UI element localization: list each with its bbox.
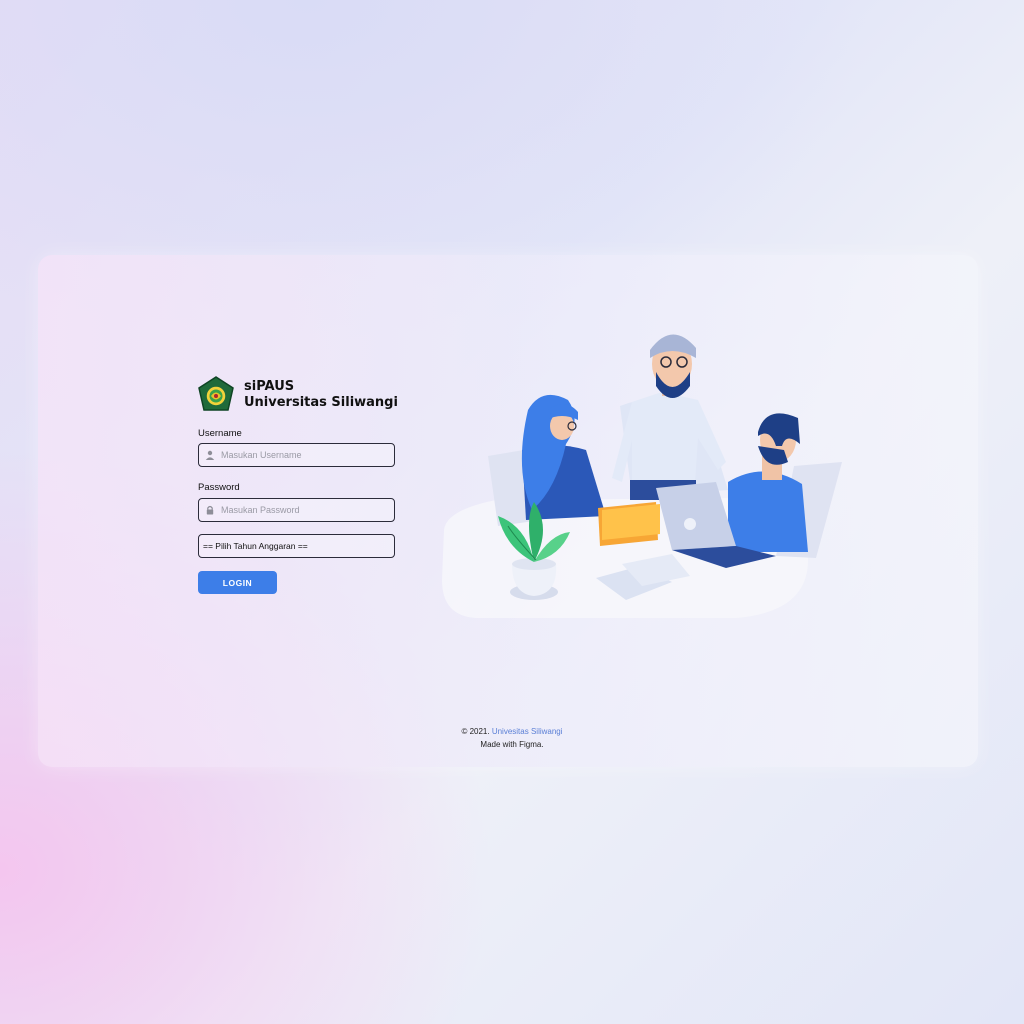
username-input[interactable]	[221, 450, 371, 460]
username-label: Username	[198, 428, 242, 439]
year-select[interactable]: == Pilih Tahun Anggaran ==	[198, 534, 395, 558]
app-name: siPAUS	[244, 379, 295, 394]
user-icon	[205, 450, 215, 460]
team-meeting-illustration	[442, 334, 842, 618]
password-field[interactable]	[198, 498, 395, 522]
footer-made-with: Made with Figma.	[480, 740, 544, 749]
password-input[interactable]	[221, 505, 371, 515]
login-button[interactable]: LOGIN	[198, 571, 277, 594]
institution-name: Universitas Siliwangi	[244, 395, 398, 410]
password-label: Password	[198, 482, 240, 493]
brand: siPAUS Universitas Siliwangi	[197, 376, 398, 414]
university-logo	[198, 376, 234, 411]
lock-icon	[206, 505, 214, 515]
footer-copyright: © 2021. Univesitas Siliwangi	[0, 727, 1024, 736]
copyright-text: © 2021.	[461, 727, 490, 736]
year-select-value: == Pilih Tahun Anggaran ==	[203, 541, 308, 551]
footer-link[interactable]: Univesitas Siliwangi	[492, 727, 563, 736]
username-field[interactable]	[198, 443, 395, 467]
